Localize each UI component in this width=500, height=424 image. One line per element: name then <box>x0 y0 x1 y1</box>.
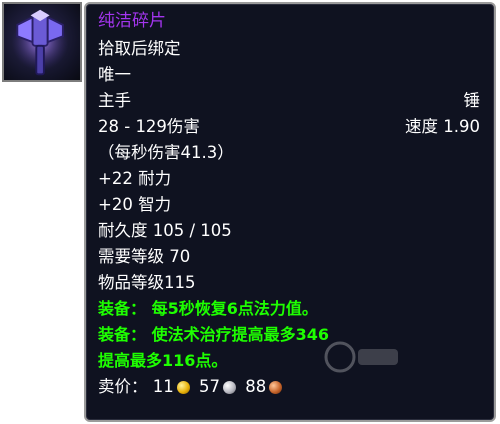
sell-price-row: 卖价： 11 57 88 <box>98 374 480 400</box>
dps-text: （每秒伤害41.3） <box>98 143 234 162</box>
gold-coin-icon <box>176 381 190 394</box>
intellect-stat: +20 智力 <box>98 195 172 214</box>
damage-row: 28 - 129伤害 速度 1.90 <box>98 114 480 140</box>
copper-coin-icon <box>269 381 283 394</box>
equip-effect-mana: 装备： 每5秒恢复6点法力值。 <box>98 299 318 318</box>
watermark-logo <box>324 341 398 373</box>
silver-coin-icon <box>223 381 236 394</box>
slot-text: 主手 <box>98 91 131 110</box>
damage-text: 28 - 129伤害 <box>98 117 200 136</box>
item-title: 纯洁碎片 <box>98 11 166 31</box>
stamina-stat: +22 耐力 <box>98 169 172 188</box>
unique-text: 唯一 <box>98 65 131 84</box>
item-type-text: 锤 <box>463 91 481 110</box>
equip-effect-healing-cont: 提高最多116点。 <box>98 351 228 370</box>
gold-amount: 11 <box>152 377 174 396</box>
silver-amount: 57 <box>199 377 220 396</box>
copper-amount: 88 <box>245 377 267 396</box>
equip-effect-healing: 装备： 使法术治疗提高最多346 <box>98 325 329 344</box>
sell-price-label: 卖价： <box>98 377 148 396</box>
item-icon-mace[interactable] <box>2 2 82 82</box>
item-tooltip: 纯洁碎片 拾取后绑定 唯一 主手 锤 28 - 129伤害 速度 1.90 （每… <box>84 2 496 422</box>
speed-text: 速度 1.90 <box>405 117 480 136</box>
durability-text: 耐久度 105 / 105 <box>98 221 232 240</box>
item-level-text: 物品等级115 <box>98 273 196 292</box>
mace-icon <box>11 9 69 76</box>
slot-row: 主手 锤 <box>98 88 480 114</box>
required-level-text: 需要等级 70 <box>98 247 191 266</box>
binding-text: 拾取后绑定 <box>98 39 181 58</box>
